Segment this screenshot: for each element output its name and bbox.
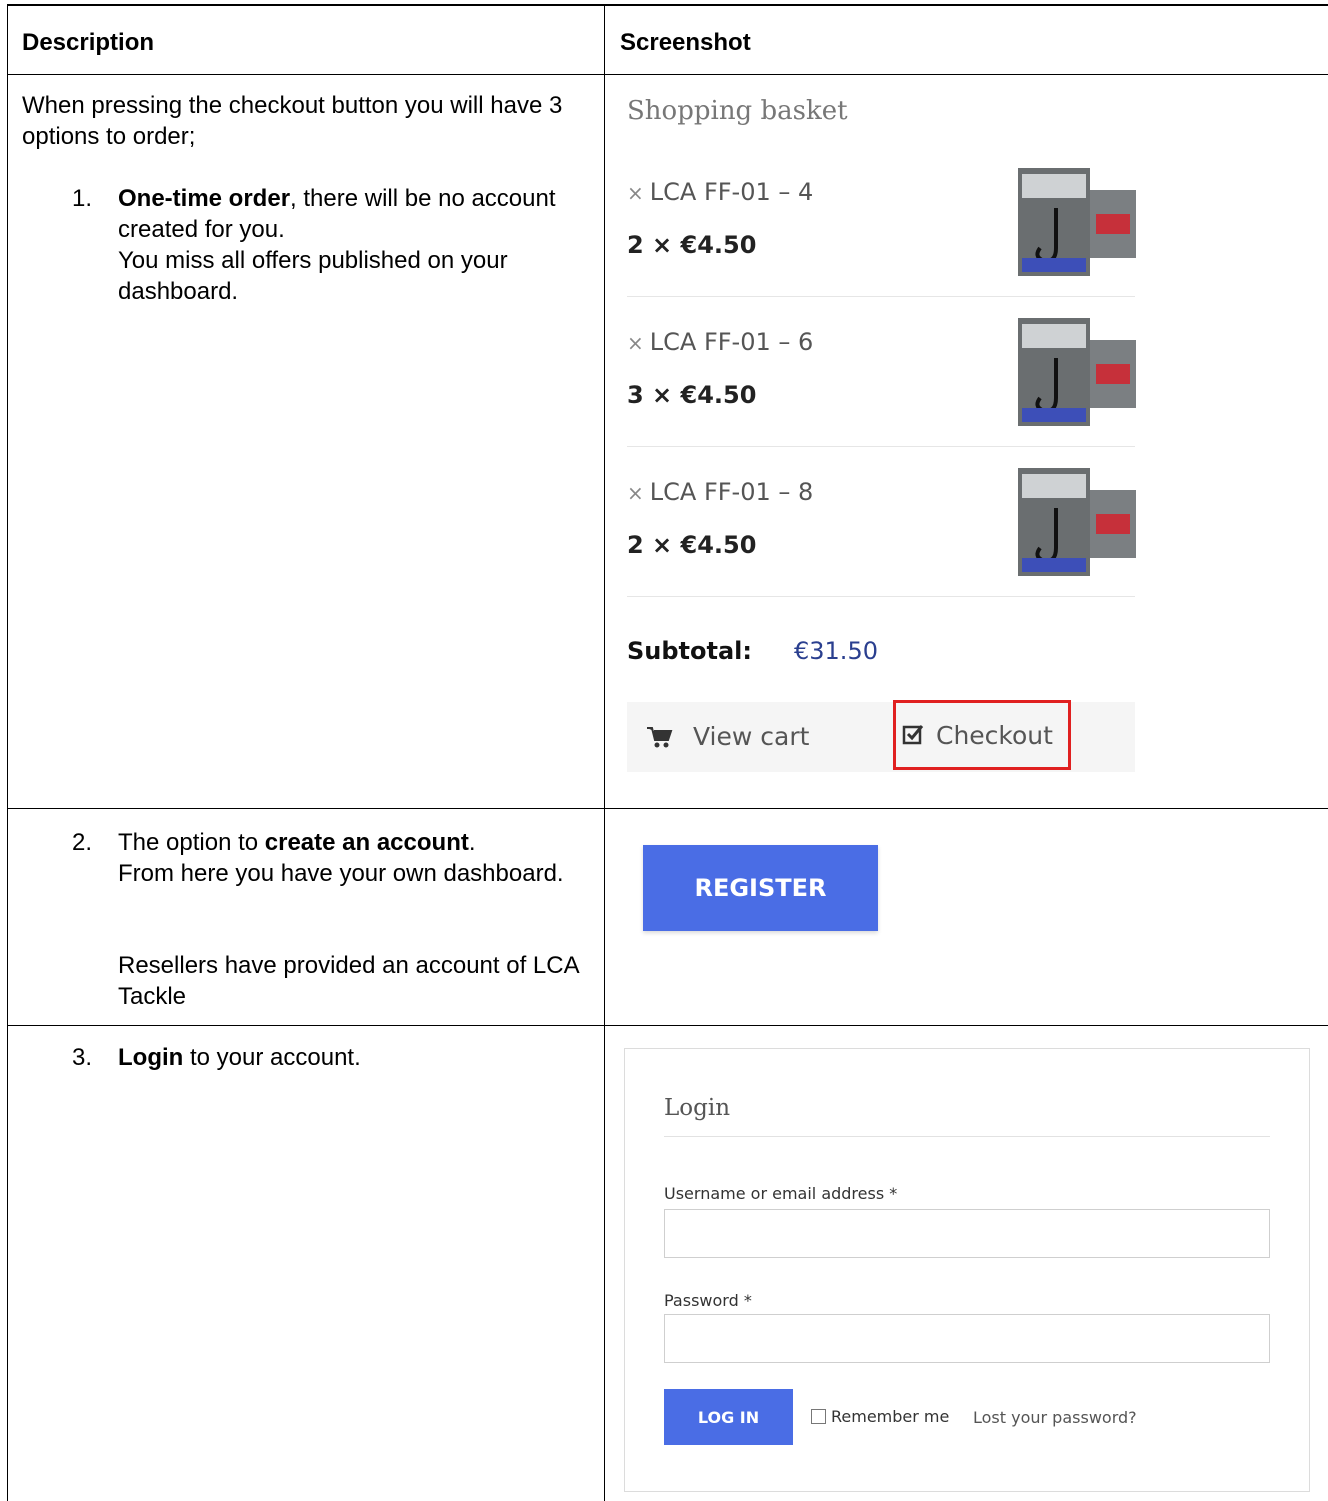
item2-line2: From here you have your own dashboard. bbox=[118, 860, 564, 887]
password-input[interactable] bbox=[664, 1314, 1270, 1363]
header-row-border bbox=[7, 74, 1328, 75]
password-label: Password * bbox=[664, 1291, 752, 1310]
checkbox-checked-icon bbox=[902, 725, 924, 745]
row2-border bbox=[7, 1025, 1328, 1026]
remember-me-label: Remember me bbox=[831, 1407, 950, 1426]
item-name-text[interactable]: LCA FF-01 – 8 bbox=[650, 478, 814, 506]
login-form: Login Username or email address * Passwo… bbox=[624, 1048, 1310, 1492]
subtotal-label: Subtotal: bbox=[627, 637, 753, 665]
item2-pre: The option to bbox=[118, 829, 265, 856]
item3-number: 3. bbox=[71, 1044, 92, 1071]
item2-line3: Resellers have provided an account of LC… bbox=[118, 952, 579, 1010]
item1-number: 1. bbox=[71, 185, 92, 212]
username-input[interactable] bbox=[664, 1209, 1270, 1258]
basket-item: × LCA FF-01 – 8 2 × €4.50 bbox=[627, 390, 1136, 597]
login-title: Login bbox=[664, 1095, 731, 1121]
header-description: Description bbox=[22, 29, 155, 56]
item3-bold: Login bbox=[118, 1044, 184, 1071]
view-cart-label: View cart bbox=[693, 722, 810, 751]
item3-text: Login to your account. bbox=[118, 1042, 588, 1073]
checkout-label: Checkout bbox=[936, 720, 1053, 750]
product-thumbnail[interactable] bbox=[1018, 468, 1136, 576]
basket-item: × LCA FF-01 – 4 2 × €4.50 bbox=[627, 90, 1136, 297]
username-label: Username or email address * bbox=[664, 1184, 898, 1203]
log-in-button[interactable]: LOG IN bbox=[664, 1389, 793, 1445]
item2-text: The option to create an account. From he… bbox=[118, 827, 588, 889]
view-cart-button[interactable]: View cart bbox=[647, 722, 809, 751]
item1-text: One-time order, there will be no account… bbox=[118, 183, 578, 307]
item1-bold: One-time order bbox=[118, 185, 291, 212]
item-name-text[interactable]: LCA FF-01 – 4 bbox=[650, 178, 814, 206]
item-name-text[interactable]: LCA FF-01 – 6 bbox=[650, 328, 814, 356]
cart-icon bbox=[647, 726, 673, 747]
basket-button-bar: View cart Checkout bbox=[627, 700, 1135, 772]
basket-item: × LCA FF-01 – 6 3 × €4.50 bbox=[627, 240, 1136, 447]
checkout-button[interactable]: Checkout bbox=[893, 700, 1071, 770]
item2-bold: create an account bbox=[264, 829, 469, 856]
row1-intro: When pressing the checkout button you wi… bbox=[22, 92, 563, 150]
row1-border bbox=[7, 808, 1328, 809]
shopping-basket-widget: Shopping basket × LCA FF-01 – 4 2 × €4.50… bbox=[627, 90, 1147, 780]
item2-post: . bbox=[468, 829, 476, 856]
basket-item-name: × LCA FF-01 – 6 bbox=[627, 328, 813, 356]
login-divider bbox=[664, 1136, 1270, 1137]
item3-post: to your account. bbox=[183, 1044, 361, 1071]
remove-item-icon[interactable]: × bbox=[627, 181, 644, 205]
item1-line2: You miss all offers published on your da… bbox=[118, 247, 508, 305]
basket-item-name: × LCA FF-01 – 4 bbox=[627, 178, 813, 206]
item2-number: 2. bbox=[71, 829, 92, 856]
basket-item-name: × LCA FF-01 – 8 bbox=[627, 478, 813, 506]
remember-me-checkbox[interactable] bbox=[811, 1409, 826, 1424]
subtotal-value: €31.50 bbox=[794, 637, 878, 665]
basket-item-qty: 2 × €4.50 bbox=[627, 531, 757, 559]
register-button[interactable]: REGISTER bbox=[643, 845, 878, 931]
header-screenshot: Screenshot bbox=[620, 29, 751, 56]
table-left-border bbox=[7, 4, 8, 1501]
lost-password-link[interactable]: Lost your password? bbox=[973, 1408, 1137, 1427]
remove-item-icon[interactable]: × bbox=[627, 481, 644, 505]
remove-item-icon[interactable]: × bbox=[627, 331, 644, 355]
item-divider bbox=[627, 596, 1135, 597]
column-divider bbox=[604, 4, 605, 1501]
remember-me-option[interactable]: Remember me bbox=[811, 1407, 949, 1426]
table-top-border bbox=[7, 4, 1328, 6]
